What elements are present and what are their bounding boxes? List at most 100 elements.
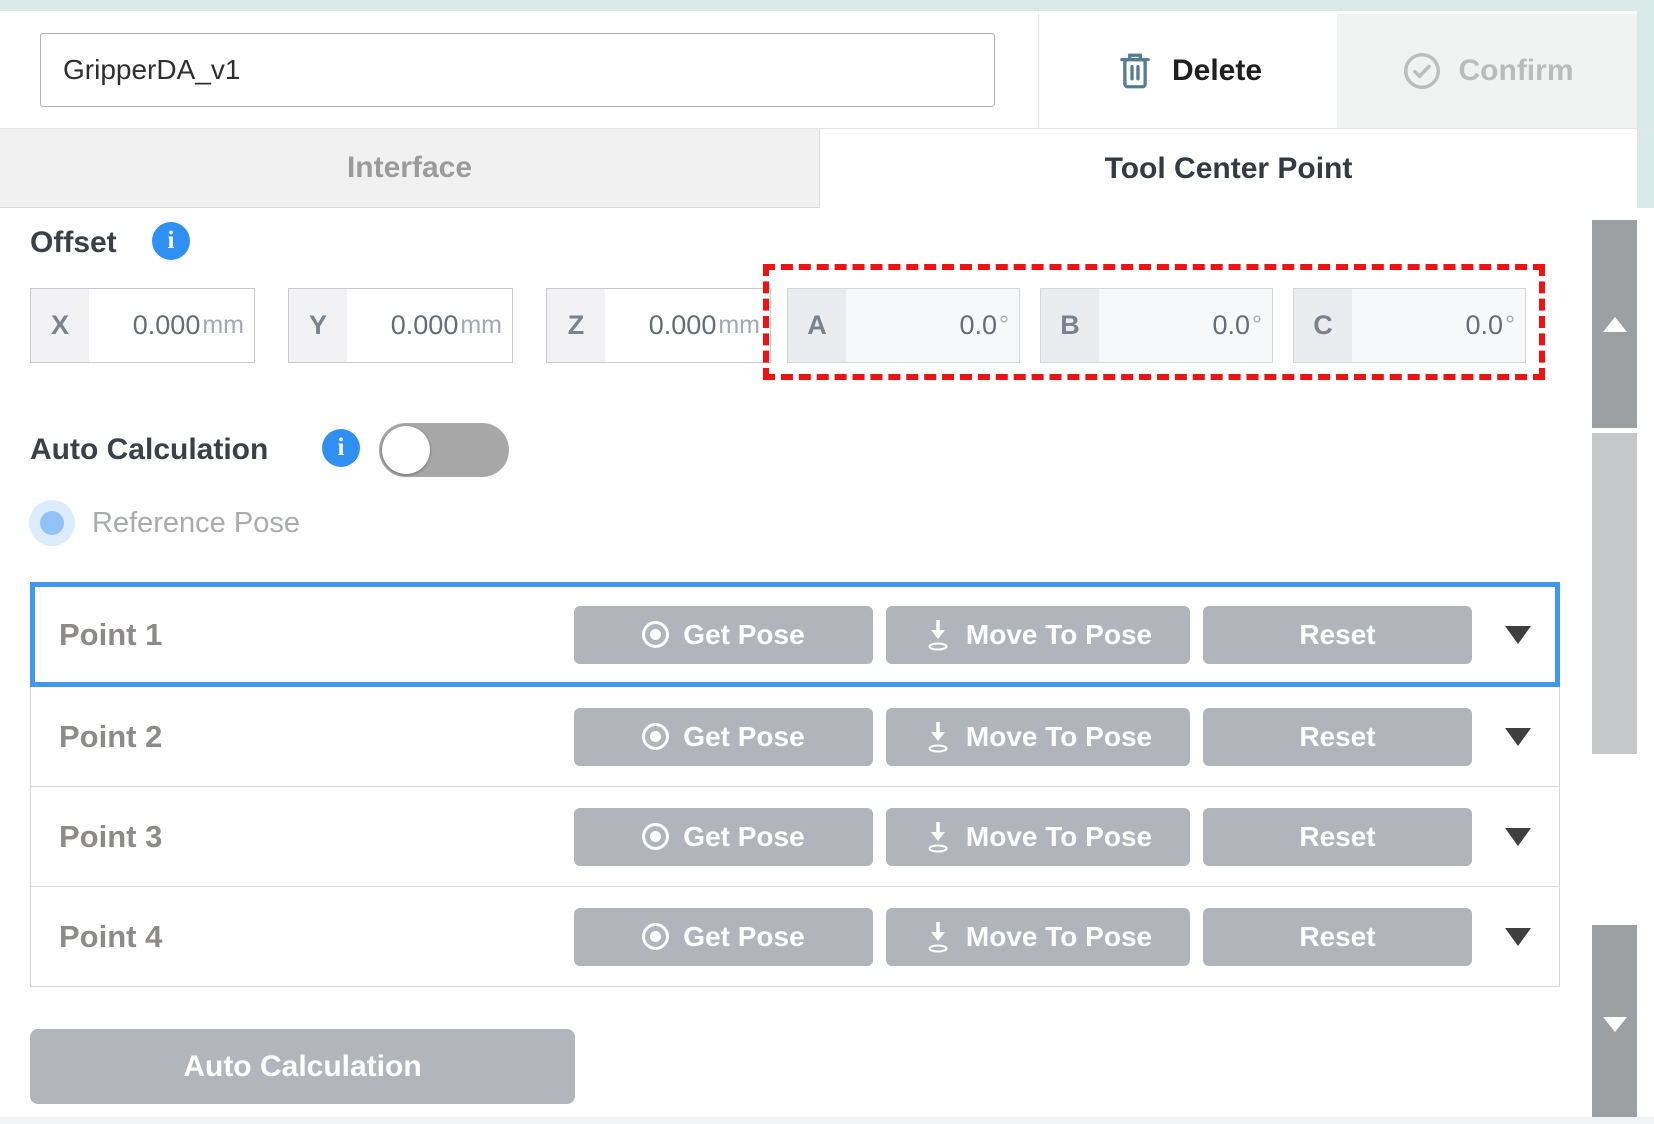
tab-interface-label: Interface: [347, 151, 472, 185]
offset-field-x[interactable]: X 0.000mm: [30, 288, 255, 363]
reset-label: Reset: [1299, 821, 1375, 853]
move-to-pose-label: Move To Pose: [966, 921, 1152, 953]
point-2-label: Point 2: [59, 719, 574, 755]
point-2-reset-button[interactable]: Reset: [1203, 708, 1472, 766]
point-1-get-pose-button[interactable]: Get Pose: [574, 606, 873, 664]
auto-calculation-heading: Auto Calculation: [30, 433, 268, 467]
top-frame-bar: [0, 0, 1654, 11]
auto-calculation-button[interactable]: Auto Calculation: [30, 1029, 575, 1104]
point-2-move-to-pose-button[interactable]: Move To Pose: [886, 708, 1190, 766]
offset-field-c-label: C: [1294, 289, 1352, 362]
move-to-pose-label: Move To Pose: [966, 721, 1152, 753]
point-row-4[interactable]: Point 4 Get Pose Move To Pose Reset: [30, 887, 1560, 987]
point-2-get-pose-button[interactable]: Get Pose: [574, 708, 873, 766]
point-3-get-pose-button[interactable]: Get Pose: [574, 808, 873, 866]
move-down-icon: [924, 720, 952, 754]
offset-field-a-label: A: [788, 289, 846, 362]
confirm-button[interactable]: Confirm: [1337, 14, 1637, 128]
reset-label: Reset: [1299, 721, 1375, 753]
move-to-pose-label: Move To Pose: [966, 619, 1152, 651]
offset-heading: Offset: [30, 226, 117, 260]
tool-name-input[interactable]: [40, 33, 995, 107]
offset-field-a[interactable]: A 0.0°: [787, 288, 1020, 363]
check-circle-icon: [1401, 50, 1443, 92]
chevron-down-icon: [1505, 626, 1531, 644]
tab-tcp-label: Tool Center Point: [1105, 152, 1353, 186]
offset-field-y-label: Y: [289, 289, 347, 362]
delete-label: Delete: [1172, 54, 1262, 88]
tab-interface[interactable]: Interface: [0, 129, 820, 208]
point-3-expand-button[interactable]: [1485, 828, 1551, 846]
chevron-down-icon: [1505, 728, 1531, 746]
tab-tool-center-point[interactable]: Tool Center Point: [820, 129, 1637, 208]
trash-icon: [1114, 48, 1156, 94]
auto-calculation-toggle[interactable]: [379, 423, 509, 477]
get-pose-label: Get Pose: [683, 821, 804, 853]
point-3-label: Point 3: [59, 819, 574, 855]
point-4-get-pose-button[interactable]: Get Pose: [574, 908, 873, 966]
offset-field-c-value: 0.0: [1465, 310, 1503, 341]
offset-field-y-value: 0.000: [391, 310, 459, 341]
auto-calculation-info-icon[interactable]: i: [322, 429, 360, 467]
scroll-up-icon: [1603, 317, 1627, 332]
move-to-pose-label: Move To Pose: [966, 821, 1152, 853]
offset-field-z-unit: mm: [718, 311, 760, 340]
offset-field-c[interactable]: C 0.0°: [1293, 288, 1526, 363]
reference-pose-radio[interactable]: [29, 500, 75, 546]
radio-dot: [40, 511, 64, 535]
move-down-icon: [924, 920, 952, 954]
offset-field-b-value: 0.0: [1212, 310, 1250, 341]
point-3-reset-button[interactable]: Reset: [1203, 808, 1472, 866]
point-1-label: Point 1: [59, 617, 574, 653]
scroll-down-icon: [1603, 1017, 1627, 1032]
point-1-expand-button[interactable]: [1485, 626, 1551, 644]
offset-field-z-value: 0.000: [649, 310, 717, 341]
get-pose-label: Get Pose: [683, 619, 804, 651]
point-4-reset-button[interactable]: Reset: [1203, 908, 1472, 966]
offset-field-z-label: Z: [547, 289, 605, 362]
offset-field-y-unit: mm: [460, 311, 502, 340]
reset-label: Reset: [1299, 619, 1375, 651]
offset-field-c-unit: °: [1505, 311, 1515, 340]
offset-field-a-unit: °: [999, 311, 1009, 340]
point-1-move-to-pose-button[interactable]: Move To Pose: [886, 606, 1190, 664]
point-row-2[interactable]: Point 2 Get Pose Move To Pose Reset: [30, 687, 1560, 787]
point-row-3[interactable]: Point 3 Get Pose Move To Pose Reset: [30, 787, 1560, 887]
point-3-move-to-pose-button[interactable]: Move To Pose: [886, 808, 1190, 866]
target-icon: [642, 823, 669, 850]
offset-info-icon[interactable]: i: [152, 222, 190, 260]
offset-field-x-unit: mm: [202, 311, 244, 340]
reference-pose-label: Reference Pose: [92, 507, 300, 540]
delete-button[interactable]: Delete: [1038, 14, 1337, 128]
chevron-down-icon: [1505, 928, 1531, 946]
scroll-up-button[interactable]: [1592, 220, 1637, 428]
right-frame-bar: [1637, 0, 1654, 208]
scroll-down-button[interactable]: [1592, 925, 1637, 1124]
confirm-label: Confirm: [1459, 54, 1574, 88]
get-pose-label: Get Pose: [683, 921, 804, 953]
toggle-knob: [382, 426, 430, 474]
offset-field-z[interactable]: Z 0.000mm: [546, 288, 771, 363]
target-icon: [642, 723, 669, 750]
offset-field-x-label: X: [31, 289, 89, 362]
scrollbar-thumb[interactable]: [1592, 433, 1637, 754]
point-4-move-to-pose-button[interactable]: Move To Pose: [886, 908, 1190, 966]
offset-field-b[interactable]: B 0.0°: [1040, 288, 1273, 363]
tool-settings-panel: Delete Confirm Interface Tool Center Poi…: [0, 0, 1654, 1124]
offset-field-y[interactable]: Y 0.000mm: [288, 288, 513, 363]
move-down-icon: [924, 618, 952, 652]
target-icon: [642, 621, 669, 648]
points-table: Point 1 Get Pose Move To Pose Reset: [30, 582, 1560, 987]
offset-field-a-value: 0.0: [959, 310, 997, 341]
move-down-icon: [924, 820, 952, 854]
offset-field-b-unit: °: [1252, 311, 1262, 340]
point-row-1[interactable]: Point 1 Get Pose Move To Pose Reset: [30, 582, 1560, 687]
bottom-frame-bar: [0, 1117, 1654, 1124]
offset-field-b-label: B: [1041, 289, 1099, 362]
point-4-expand-button[interactable]: [1485, 928, 1551, 946]
point-4-label: Point 4: [59, 919, 574, 955]
reset-label: Reset: [1299, 921, 1375, 953]
point-2-expand-button[interactable]: [1485, 728, 1551, 746]
point-1-reset-button[interactable]: Reset: [1203, 606, 1472, 664]
offset-field-x-value: 0.000: [133, 310, 201, 341]
